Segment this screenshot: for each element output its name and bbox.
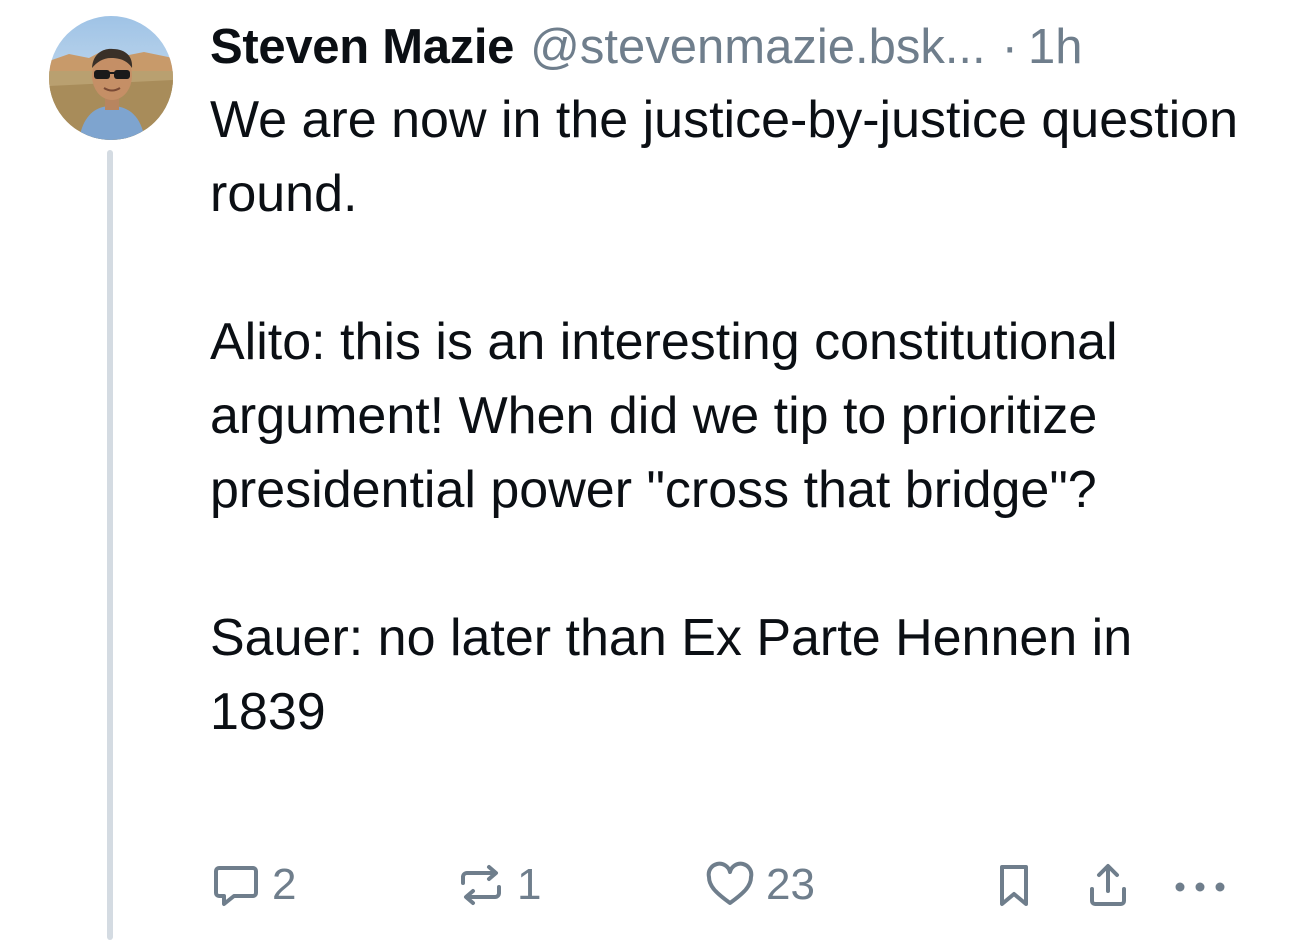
- speech-bubble-icon: [214, 866, 258, 906]
- post[interactable]: Steven Mazie @stevenmazie.bsk... · 1h We…: [210, 14, 1270, 749]
- ellipsis-icon: [1175, 882, 1225, 892]
- like-count: 23: [766, 860, 815, 909]
- post-paragraph-3: Sauer: no later than Ex Parte Hennen in …: [210, 609, 1133, 741]
- avatar[interactable]: [49, 16, 173, 140]
- thread-line: [107, 150, 113, 940]
- post-paragraph-1: We are now in the justice-by-justice que…: [210, 91, 1238, 223]
- post-actions: 2 1 23: [210, 850, 1240, 920]
- bookmark-icon: [1000, 865, 1028, 906]
- post-paragraph-2: Alito: this is an interesting constituti…: [210, 313, 1118, 519]
- more-options-button[interactable]: [1170, 850, 1230, 920]
- heart-icon: [706, 861, 754, 905]
- repost-count: 1: [517, 860, 542, 909]
- repost-button[interactable]: 1: [455, 850, 541, 920]
- repost-arrows-icon: [461, 865, 501, 905]
- author-handle[interactable]: @stevenmazie.bsk...: [530, 14, 986, 80]
- post-body: We are now in the justice-by-justice que…: [210, 83, 1260, 749]
- share-button[interactable]: [1082, 850, 1134, 920]
- reply-count: 2: [272, 860, 297, 909]
- post-header: Steven Mazie @stevenmazie.bsk... · 1h: [210, 14, 1270, 80]
- reply-button[interactable]: 2: [210, 850, 296, 920]
- header-separator: ·: [1001, 20, 1018, 74]
- bookmark-button[interactable]: [988, 850, 1040, 920]
- profile-photo-icon: [49, 16, 173, 140]
- post-timestamp[interactable]: 1h: [1028, 14, 1083, 80]
- share-icon: [1090, 864, 1126, 906]
- like-button[interactable]: 23: [704, 850, 815, 920]
- author-display-name[interactable]: Steven Mazie: [210, 14, 514, 80]
